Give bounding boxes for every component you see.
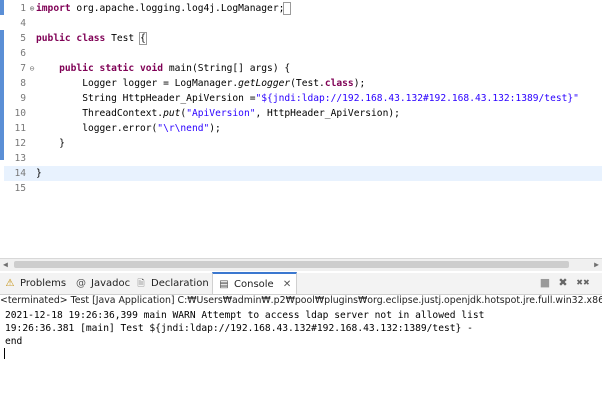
console-output-line: 19:26:36.381 [main] Test ${jndi:ldap://1… (5, 323, 473, 334)
code-line[interactable]: 15 (4, 181, 602, 196)
console-output-line: 2021-12-18 19:26:36,399 main WARN Attemp… (5, 310, 485, 321)
line-number: 15 (14, 183, 26, 194)
code-line[interactable]: 7 ⊖ public static void main(String[] args… (4, 61, 602, 76)
line-number: 1 (20, 3, 26, 14)
code-editor[interactable]: 1 ⊕ import org.apache.logging.log4j.LogMan… (0, 0, 602, 258)
tab-label: Console (234, 279, 274, 290)
code-line[interactable]: 5 public class Test { (4, 31, 602, 46)
line-number: 10 (14, 108, 26, 119)
code-text[interactable]: } (36, 136, 65, 151)
code-line[interactable]: 4 (4, 16, 602, 31)
tab-javadoc[interactable]: @ Javadoc (75, 273, 130, 294)
remove-all-launches-icon[interactable]: ✖✖ (574, 276, 592, 290)
fold-toggle-icon[interactable]: ⊖ (28, 61, 36, 76)
code-text[interactable]: } (36, 166, 42, 181)
scroll-right-icon[interactable]: ▶ (594, 260, 599, 269)
line-number: 6 (20, 48, 26, 59)
code-text[interactable]: public static void main(String[] args) { (36, 61, 290, 76)
code-line[interactable]: 11 logger.error("\r\nend"); (4, 121, 602, 136)
tab-label: Javadoc (91, 278, 131, 289)
code-text[interactable]: Logger logger = LogManager.getLogger(Tes… (36, 76, 365, 91)
tab-declaration[interactable]: 🗎 Declaration (135, 273, 209, 294)
line-number: 11 (14, 123, 26, 134)
line-number: 9 (20, 93, 26, 104)
line-number: 4 (20, 18, 26, 29)
code-text[interactable]: public class Test { (36, 31, 147, 46)
code-line[interactable]: 12 } (4, 136, 602, 151)
line-number: 7 (20, 63, 26, 74)
bottom-panel-tabbar: ⚠ Problems @ Javadoc 🗎 Declaration ▤ Console… (0, 272, 602, 295)
scrollbar-thumb[interactable] (14, 261, 569, 268)
line-number: 14 (14, 168, 26, 179)
code-line[interactable]: 13 (4, 151, 602, 166)
code-line[interactable]: 8 Logger logger = LogManager.getLogger(T… (4, 76, 602, 91)
terminate-icon[interactable]: ■ (538, 276, 552, 290)
tab-label: Declaration (151, 278, 209, 289)
code-text[interactable]: import org.apache.logging.log4j.LogManag… (36, 1, 292, 16)
tab-console[interactable]: ▤ Console ✕ (212, 272, 298, 294)
problems-icon: ⚠ (5, 278, 15, 289)
horizontal-scrollbar[interactable]: ◀ ▶ (0, 258, 602, 271)
console-icon: ▤ (219, 279, 229, 290)
remove-launch-icon[interactable]: ✖ (556, 276, 570, 290)
console-output-line: end (5, 336, 23, 347)
tab-problems[interactable]: ⚠ Problems (4, 273, 67, 294)
close-icon[interactable]: ✕ (283, 279, 291, 290)
tab-label: Problems (20, 278, 67, 289)
code-line[interactable]: 6 (4, 46, 602, 61)
code-text[interactable]: logger.error("\r\nend"); (36, 121, 221, 136)
code-line[interactable]: 9 String HttpHeader_ApiVersion ="${jndi:… (4, 91, 602, 106)
line-number: 13 (14, 153, 26, 164)
line-number: 12 (14, 138, 26, 149)
code-text[interactable]: ThreadContext.put("ApiVersion", HttpHead… (36, 106, 400, 121)
line-number: 5 (20, 33, 26, 44)
line-number: 8 (20, 78, 26, 89)
text-cursor (4, 348, 5, 359)
console-status-header: <terminated> Test [Java Application] C:₩… (0, 295, 602, 306)
declaration-icon: 🗎 (137, 279, 145, 289)
fold-toggle-icon[interactable]: ⊕ (28, 1, 36, 16)
code-line[interactable]: 1 ⊕ import org.apache.logging.log4j.LogMan… (4, 1, 602, 16)
code-text[interactable]: String HttpHeader_ApiVersion ="${jndi:ld… (36, 91, 579, 106)
code-line[interactable]: 10 ThreadContext.put("ApiVersion", HttpH… (4, 106, 602, 121)
scroll-left-icon[interactable]: ◀ (3, 260, 8, 269)
javadoc-icon: @ (76, 278, 86, 289)
code-line[interactable]: 14} (4, 166, 602, 181)
